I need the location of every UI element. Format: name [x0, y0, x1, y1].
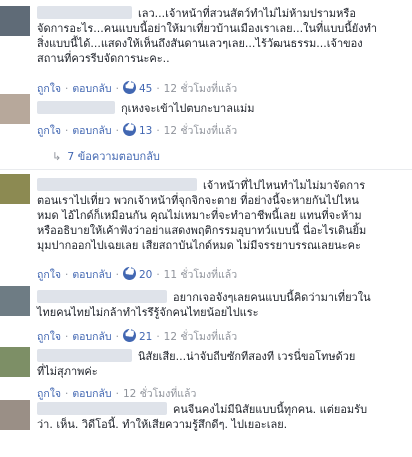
avatar[interactable] — [0, 286, 30, 316]
replies-count-label[interactable]: 7 ข้อความตอบกลับ — [67, 150, 160, 163]
comment-body: เจ้าหน้าที่ไปไหนทำไมไม่มาจัดการ ตอนเราไป… — [37, 178, 406, 253]
separator-dot: · — [156, 125, 160, 137]
comment-item: เลว...เจ้าหน้าที่สวนสัตว์ทำไม่ไม่ห้ามปรา… — [0, 4, 412, 95]
reply-link[interactable]: ตอบกลับ — [72, 388, 111, 400]
comment-text-line: เลว...เจ้าหน้าที่สวนสัตว์ทำไม่ไม่ห้ามปรา… — [138, 7, 356, 20]
separator-dot: · — [65, 331, 69, 343]
commenter-name[interactable] — [37, 402, 167, 415]
like-icon[interactable] — [122, 123, 136, 136]
comment-item: อยากเจอจังๆเลยคนแบบนี้คิดว่ามาเที่ยวใน ไ… — [0, 286, 412, 346]
comment-text-line: สถานที่ควรรีบจัดการนะคะ.. — [37, 52, 170, 65]
comment-text-line: คนจีนคงไม่มีนิสัยแบบนี้ทุกคน. แต่ยอมรับ — [173, 403, 368, 416]
comment-body: คนจีนคงไม่มีนิสัยแบบนี้ทุกคน. แต่ยอมรับ … — [37, 402, 406, 432]
like-count[interactable]: 21 — [139, 331, 152, 343]
timestamp[interactable]: 11 ชั่วโมงที่แล้ว — [164, 269, 237, 281]
separator-dot: · — [115, 269, 119, 281]
reply-link[interactable]: ตอบกลับ — [72, 331, 111, 343]
separator-dot: · — [156, 331, 160, 343]
separator-dot: · — [65, 269, 69, 281]
avatar[interactable] — [0, 94, 30, 124]
avatar[interactable] — [0, 174, 30, 204]
comment-text-line: จัดการอะไร...คนแบบนี้อย่าให้มาเที่ยวบ้าน… — [37, 22, 378, 35]
comment-text-line: หมด ไอ้ไกด์ก็เหมือนกัน คุณไม่เหมาะที่จะท… — [37, 209, 362, 222]
separator-dot: · — [115, 125, 119, 137]
comment-item: เจ้าหน้าที่ไปไหนทำไมไม่มาจัดการ ตอนเราไป… — [0, 174, 412, 286]
comment-text-line: ที่ไม่สุภาพค่ะ — [37, 365, 98, 378]
reply-link[interactable]: ตอบกลับ — [72, 269, 111, 281]
commenter-name[interactable] — [37, 101, 115, 114]
comment-item: นิสัยเสีย...น่าจับถีบซักทีสองที เวรนี่ขอ… — [0, 345, 412, 400]
comment-text-line: ว่า. เห็น. วิดีโอนี้. ทำให้เสียความรู้สึ… — [37, 418, 288, 431]
separator-dot: · — [115, 331, 119, 343]
comment-text-line: มุมปากออกไปเฉยเลย เสียสถาบันไกด์หมด ไม่ม… — [37, 239, 361, 252]
comment-text-line: หรืออธิบายให้เค้าฟังว่าอย่าแสดงพฤติกรรมอ… — [37, 224, 367, 237]
like-icon[interactable] — [122, 329, 136, 342]
timestamp[interactable]: 12 ชั่วโมงที่แล้ว — [164, 125, 237, 137]
like-link[interactable]: ถูกใจ — [37, 331, 61, 343]
comment-body: เลว...เจ้าหน้าที่สวนสัตว์ทำไม่ไม่ห้ามปรา… — [37, 6, 406, 66]
comment-feed: เลว...เจ้าหน้าที่สวนสัตว์ทำไม่ไม่ห้ามปรา… — [0, 0, 412, 457]
like-link[interactable]: ถูกใจ — [37, 125, 61, 137]
commenter-name[interactable] — [37, 349, 132, 362]
like-count[interactable]: 20 — [139, 269, 152, 281]
commenter-name[interactable] — [37, 6, 132, 19]
separator-dot: · — [115, 388, 119, 400]
comment-text-line: ไทยคนไทยไม่กล้าทำไรรึรู้จักคนไทยน้อยไปแร… — [37, 306, 259, 319]
comment-body: กุเหงจะเข้าไปตบกะบาลแม่ม — [37, 101, 406, 116]
view-replies-link[interactable]: ↳ 7 ข้อความตอบกลับ — [52, 147, 160, 165]
comment-text-line: อยากเจอจังๆเลยคนแบบนี้คิดว่ามาเที่ยวใน — [173, 291, 371, 304]
comment-item: คนจีนคงไม่มีนิสัยแบบนี้ทุกคน. แต่ยอมรับ … — [0, 400, 412, 457]
comment-text-line: เจ้าหน้าที่ไปไหนทำไมไม่มาจัดการ — [203, 179, 366, 192]
like-icon[interactable] — [122, 267, 136, 280]
like-link[interactable]: ถูกใจ — [37, 269, 61, 281]
divider — [0, 169, 412, 170]
comment-text-line: นิสัยเสีย...น่าจับถีบซักทีสองที เวรนี่ขอ… — [138, 350, 356, 363]
like-count[interactable]: 13 — [139, 125, 152, 137]
comment-actions: ถูกใจ·ตอบกลับ·20·11 ชั่วโมงที่แล้ว — [37, 266, 237, 283]
like-link[interactable]: ถูกใจ — [37, 388, 61, 400]
separator-dot: · — [65, 125, 69, 137]
comment-body: อยากเจอจังๆเลยคนแบบนี้คิดว่ามาเที่ยวใน ไ… — [37, 290, 406, 320]
avatar[interactable] — [0, 6, 30, 36]
comment-actions: ถูกใจ·ตอบกลับ·13·12 ชั่วโมงที่แล้ว — [37, 122, 237, 139]
reply-arrow-icon: ↳ — [52, 150, 62, 163]
commenter-name[interactable] — [37, 178, 197, 191]
avatar[interactable] — [0, 347, 30, 377]
separator-dot: · — [156, 269, 160, 281]
comment-text-line: ตอนเราไปเที่ยว พวกเจ้าหน้าที่จุกจิกจะตาย… — [37, 194, 359, 207]
comment-text-line: กุเหงจะเข้าไปตบกะบาลแม่ม — [121, 102, 255, 115]
reply-link[interactable]: ตอบกลับ — [72, 125, 111, 137]
comment-text-line: สิ่งแบบนี้ได้...แสดงให้เห็นถึงสันดานเลวๆ… — [37, 37, 363, 50]
avatar[interactable] — [0, 400, 30, 430]
timestamp[interactable]: 12 ชั่วโมงที่แล้ว — [123, 388, 196, 400]
separator-dot: · — [65, 388, 69, 400]
comment-item: กุเหงจะเข้าไปตบกะบาลแม่ม ถูกใจ·ตอบกลับ·1… — [0, 94, 412, 166]
comment-body: นิสัยเสีย...น่าจับถีบซักทีสองที เวรนี่ขอ… — [37, 349, 406, 379]
commenter-name[interactable] — [37, 290, 167, 303]
like-icon[interactable] — [122, 81, 136, 94]
timestamp[interactable]: 12 ชั่วโมงที่แล้ว — [164, 331, 237, 343]
comment-actions: ถูกใจ·ตอบกลับ·21·12 ชั่วโมงที่แล้ว — [37, 328, 237, 345]
